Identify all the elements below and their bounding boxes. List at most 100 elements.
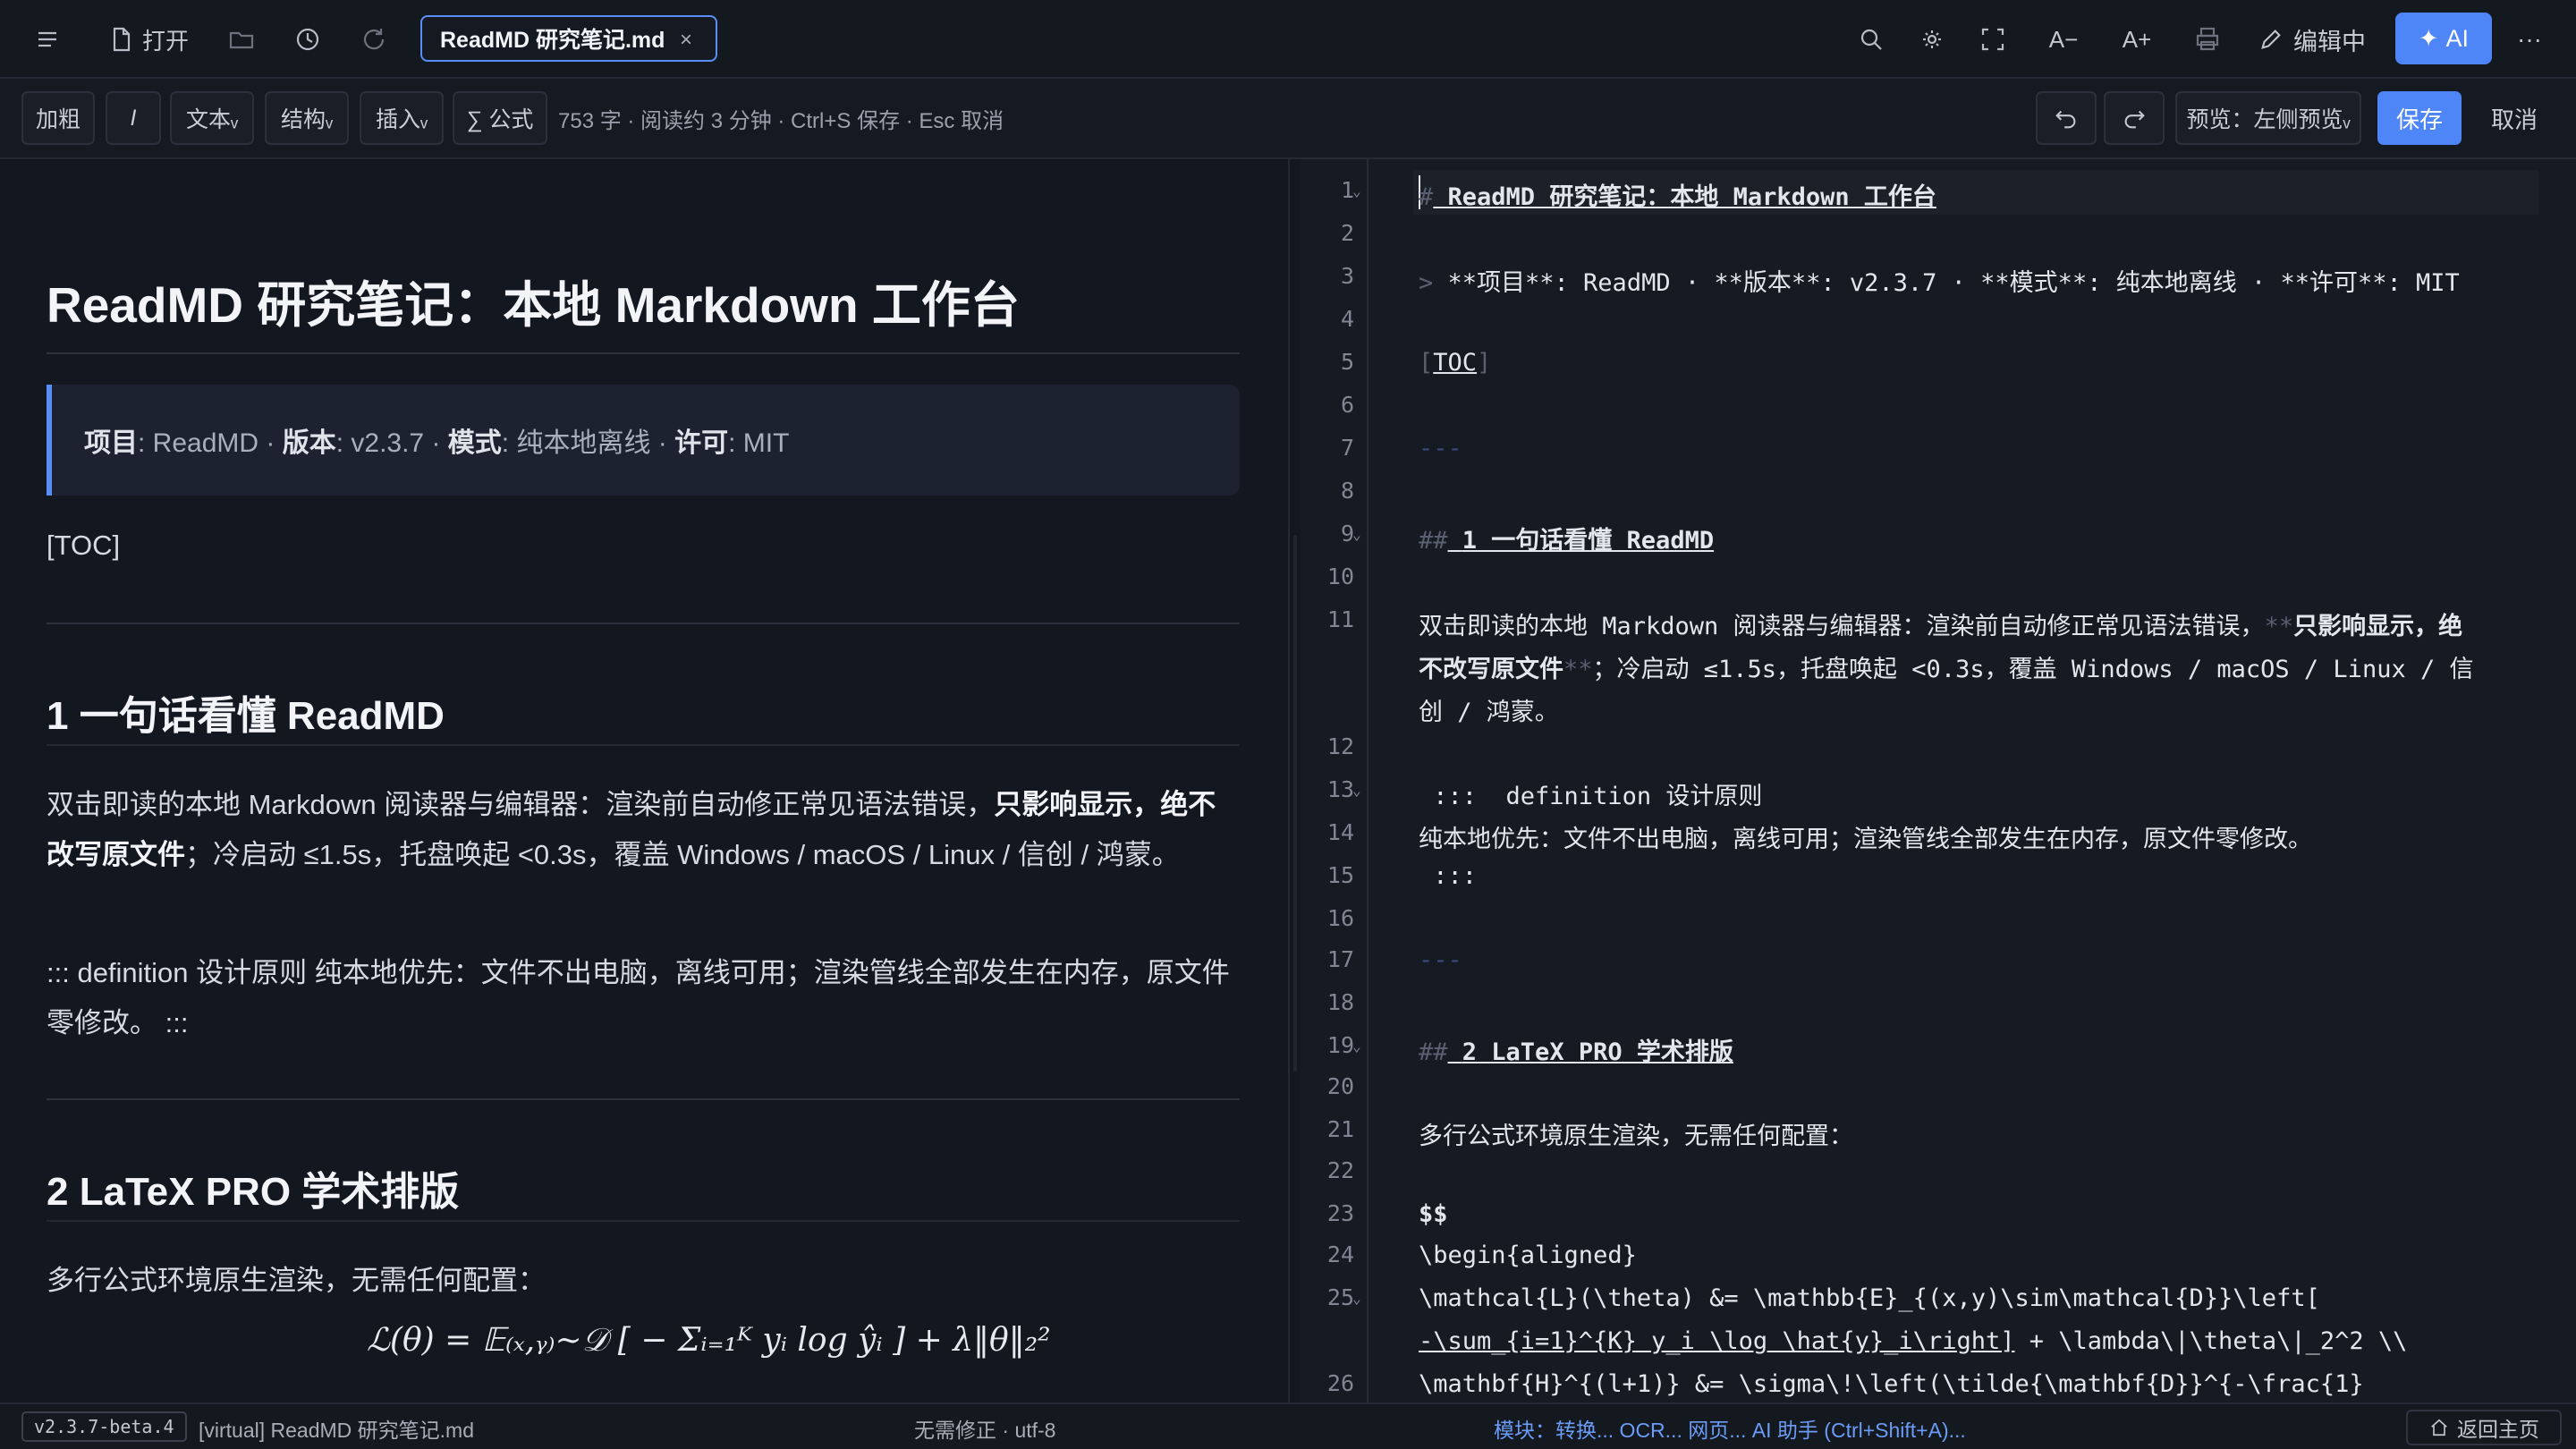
refresh-icon[interactable] xyxy=(354,16,394,63)
section-divider-2 xyxy=(47,1098,1240,1100)
line-number: 15 xyxy=(1326,862,1354,888)
code-line-11-bold-a: 只影响显示，绝 xyxy=(2293,613,2463,640)
fold-chevron-icon[interactable]: ⌄ xyxy=(1352,526,1361,543)
h1-source: ReadMD 研究笔记：本地 Markdown 工作台 xyxy=(1447,183,1936,211)
line-number: 25 xyxy=(1326,1284,1354,1310)
folder-icon[interactable] xyxy=(222,16,261,63)
ai-label: AI xyxy=(2445,24,2470,52)
bold-button[interactable]: 加粗 xyxy=(21,91,95,145)
code-line-17: --- xyxy=(1419,946,1462,974)
modules-link[interactable]: 模块：转换... OCR... 网页... AI 助手 (Ctrl+Shift+… xyxy=(1494,1413,1966,1444)
tab-close-icon[interactable]: × xyxy=(680,28,692,53)
preview-mode-select[interactable]: 预览：左侧预览ᵥ xyxy=(2175,91,2361,145)
line-number: 23 xyxy=(1326,1200,1354,1226)
preview-heading-2: 2 LaTeX PRO 学术排版 xyxy=(47,1170,460,1214)
encoding-status: 无需修正 · utf-8 xyxy=(914,1419,1056,1442)
fullscreen-icon[interactable] xyxy=(1973,16,2012,63)
line-number: 18 xyxy=(1326,989,1354,1015)
heading-divider xyxy=(47,744,1240,746)
code-line-9: ## 1 一句话看懂 ReadMD xyxy=(1419,527,1715,555)
menu-icon[interactable] xyxy=(27,16,68,63)
status-bar: v2.3.7-beta.4 [virtual] ReadMD 研究笔记.md 无… xyxy=(0,1402,2576,1449)
code-line-7: --- xyxy=(1419,435,1462,462)
code-line-21: 多行公式环境原生渲染，无需任何配置： xyxy=(1419,1123,1853,1150)
line-number: 19 xyxy=(1326,1032,1354,1058)
word-count-info: 753 字 · 阅读约 3 分钟 · Ctrl+S 保存 · Esc 取消 xyxy=(558,108,1004,133)
preview-heading-1: 1 一句话看懂 ReadMD xyxy=(47,694,445,738)
quote-value-mode: : 纯本地离线 · xyxy=(501,428,675,458)
more-icon[interactable]: ··· xyxy=(2508,16,2551,63)
line-number: 8 xyxy=(1340,478,1354,504)
font-decrease-button[interactable]: A− xyxy=(2039,16,2088,63)
code-line-11a: 双击即读的本地 Markdown 阅读器与编辑器：渲染前自动修正常见语法错误，*… xyxy=(1419,613,2463,640)
ai-button[interactable]: ✦ AI xyxy=(2395,13,2492,64)
text-menu-button[interactable]: 文本ᵥ xyxy=(170,91,254,145)
line-number: 21 xyxy=(1326,1116,1354,1142)
fold-chevron-icon[interactable]: ⌄ xyxy=(1352,182,1361,199)
line-number: 7 xyxy=(1340,435,1354,461)
open-button[interactable]: 打开 xyxy=(98,16,197,63)
line-number: 20 xyxy=(1326,1073,1354,1099)
code-line-14: 纯本地优先：文件不出电脑，离线可用；渲染管线全部发生在内存，原文件零修改。 xyxy=(1419,826,2312,853)
home-label: 返回主页 xyxy=(2457,1418,2539,1441)
paragraph-1-text-a: 双击即读的本地 Markdown 阅读器与编辑器：渲染前自动修正常见语法错误， xyxy=(47,789,995,820)
code-line-25-tail: + \lambda\|\theta\|_2^2 \\ xyxy=(2014,1327,2408,1355)
code-line-11b: 不改写原文件**；冷启动 ≤1.5s，托盘唤起 <0.3s，覆盖 Windows… xyxy=(1419,656,2474,683)
line-number: 5 xyxy=(1340,349,1354,375)
code-line-15: ::: xyxy=(1419,862,1478,890)
print-icon[interactable] xyxy=(2188,16,2227,63)
line-number: 6 xyxy=(1340,392,1354,418)
pane-splitter[interactable] xyxy=(1288,159,1301,1402)
toc-source: TOC xyxy=(1433,349,1478,377)
theme-sun-icon[interactable] xyxy=(1912,16,1952,63)
line-number: 4 xyxy=(1340,306,1354,332)
insert-menu-button[interactable]: 插入ᵥ xyxy=(360,91,444,145)
quote-value-license: : MIT xyxy=(728,428,790,458)
search-icon[interactable] xyxy=(1852,16,1891,63)
font-increase-button[interactable]: A+ xyxy=(2113,16,2161,63)
formula-button[interactable]: ∑ 公式 xyxy=(453,91,547,145)
top-bar: 打开 ReadMD 研究笔记.md × A− A+ 编辑中 ✦ AI ··· xyxy=(0,0,2576,79)
code-line-13: ::: definition 设计原则 xyxy=(1419,783,1763,810)
history-icon[interactable] xyxy=(288,16,327,63)
heading-divider-2 xyxy=(47,1220,1240,1222)
markdown-preview[interactable]: ReadMD 研究笔记：本地 Markdown 工作台 项目: ReadMD ·… xyxy=(0,159,1288,1402)
quote-value-project: : ReadMD · xyxy=(138,428,283,458)
structure-menu-button[interactable]: 结构ᵥ xyxy=(265,91,349,145)
h2-source-2: 2 LaTeX PRO 学术排版 xyxy=(1462,1038,1733,1066)
line-gutter: 1 2 3 4 5 6 7 8 9 10 11 12 13 14 15 16 1… xyxy=(1301,159,1368,1402)
line-number: 16 xyxy=(1326,905,1354,931)
edit-status-label: 编辑中 xyxy=(2293,28,2366,55)
code-line-25b: -\sum_{i=1}^{K} y_i \log \hat{y}_i\right… xyxy=(1419,1327,2407,1355)
h2-source-1: 1 一句话看懂 ReadMD xyxy=(1462,527,1715,555)
edit-mode-indicator[interactable]: 编辑中 xyxy=(2258,16,2366,63)
code-line-1: # ReadMD 研究笔记：本地 Markdown 工作台 xyxy=(1419,183,1936,211)
tab-readmd-notes[interactable]: ReadMD 研究笔记.md × xyxy=(420,15,717,62)
code-editor[interactable]: 1 2 3 4 5 6 7 8 9 10 11 12 13 14 15 16 1… xyxy=(1301,159,2576,1402)
save-button[interactable]: 保存 xyxy=(2377,91,2462,145)
undo-icon[interactable] xyxy=(2036,91,2097,145)
code-line-3: > **项目**: ReadMD · **版本**: v2.3.7 · **模式… xyxy=(1419,269,2460,297)
quote-key-version: 版本 xyxy=(282,428,336,458)
tab-title: ReadMD 研究笔记.md xyxy=(440,28,665,53)
open-label: 打开 xyxy=(141,27,189,55)
fold-chevron-icon[interactable]: ⌄ xyxy=(1352,1038,1361,1055)
quote-key-mode: 模式 xyxy=(447,428,502,458)
line-number: 2 xyxy=(1340,220,1354,246)
home-button[interactable]: 返回主页 xyxy=(2406,1410,2562,1445)
cancel-button[interactable]: 取消 xyxy=(2472,91,2556,145)
line-number: 1 xyxy=(1340,177,1354,203)
fold-chevron-icon[interactable]: ⌄ xyxy=(1352,782,1361,799)
italic-button[interactable]: I xyxy=(106,91,161,145)
format-toolbar: 加粗 I 文本ᵥ 结构ᵥ 插入ᵥ ∑ 公式 753 字 · 阅读约 3 分钟 ·… xyxy=(0,79,2576,159)
redo-icon[interactable] xyxy=(2104,91,2165,145)
splitter-grip[interactable] xyxy=(1293,535,1297,1072)
line-number: 14 xyxy=(1326,819,1354,845)
preview-title: ReadMD 研究笔记：本地 Markdown 工作台 xyxy=(47,277,1020,333)
quote-key-project: 项目 xyxy=(84,428,138,458)
home-icon xyxy=(2431,1419,2447,1436)
code-line-23: $$ xyxy=(1419,1200,1448,1228)
code-line-26: \mathbf{H}^{(l+1)} &= \sigma\!\left(\til… xyxy=(1419,1370,2364,1398)
fold-chevron-icon[interactable]: ⌄ xyxy=(1352,1290,1361,1307)
line-number: 10 xyxy=(1326,564,1354,589)
